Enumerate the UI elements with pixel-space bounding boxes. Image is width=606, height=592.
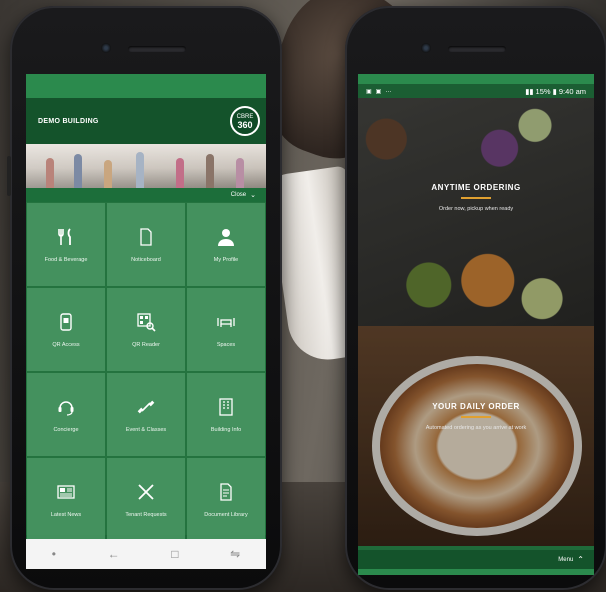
- menu-label: Menu: [558, 556, 574, 563]
- meeting-table-icon: [217, 317, 235, 327]
- banner-figure: [46, 158, 54, 188]
- headset-icon: [58, 400, 74, 416]
- daily-order-panel[interactable]: YOUR DAILY ORDER Automated ordering as y…: [358, 326, 594, 546]
- banner-figure: [74, 154, 82, 188]
- tile-label: Noticeboard: [131, 256, 161, 263]
- tile-noticeboard[interactable]: Noticeboard: [107, 203, 185, 286]
- cbre-360-logo: CBRE 360: [230, 106, 260, 136]
- tile-label: QR Access: [52, 341, 80, 348]
- dot-icon[interactable]: •: [52, 547, 56, 561]
- tile-food-beverage[interactable]: Food & Beverage: [27, 203, 105, 286]
- chevron-down-icon: ⌄: [250, 192, 256, 199]
- banner-figure: [176, 158, 184, 188]
- tile-concierge[interactable]: Concierge: [27, 373, 105, 456]
- yoga-banner-image: [26, 144, 266, 188]
- person-icon: [218, 228, 234, 246]
- tile-label: QR Reader: [132, 341, 160, 348]
- file-icon: [220, 482, 232, 501]
- tile-label: Food & Beverage: [44, 256, 88, 263]
- battery-icon: ▮: [552, 86, 557, 96]
- left-phone: DEMO BUILDING CBRE 360 Close ⌄ Food & Be…: [7, 6, 282, 590]
- front-camera: [101, 43, 111, 53]
- front-camera: [421, 43, 431, 53]
- bottom-tab-strip: [358, 569, 594, 575]
- left-screen: DEMO BUILDING CBRE 360 Close ⌄ Food & Be…: [26, 74, 266, 569]
- banner-figure: [236, 158, 244, 188]
- banner-figure: [104, 160, 112, 188]
- earpiece: [128, 46, 186, 52]
- qr-phone-icon: [60, 312, 72, 331]
- banner-figure: [136, 152, 144, 188]
- panel-overlay: ANYTIME ORDERING Order now, pickup when …: [358, 98, 594, 326]
- notification-icons: ▣ ▣ …: [366, 88, 391, 95]
- panel-subtitle: Order now, pickup when ready: [438, 205, 514, 212]
- home-square-icon[interactable]: □: [171, 547, 178, 561]
- dumbbell-icon: [137, 400, 155, 413]
- tile-label: Latest News: [50, 511, 82, 518]
- panel-overlay: YOUR DAILY ORDER Automated ordering as y…: [358, 326, 594, 546]
- panel-title: ANYTIME ORDERING: [431, 182, 521, 192]
- accent-divider: [461, 196, 491, 199]
- tile-label: Tenant Requests: [125, 511, 167, 518]
- newspaper-icon: [57, 484, 75, 499]
- volume-button: [7, 156, 11, 196]
- android-nav-bar: • ← □ ⇋: [26, 539, 266, 569]
- tile-qr-access[interactable]: QR Access: [27, 288, 105, 371]
- close-toggle[interactable]: Close ⌄: [26, 188, 266, 202]
- tile-qr-reader[interactable]: QR Reader: [107, 288, 185, 371]
- right-screen: ▣ ▣ … ▮▮ 15% ▮ 9:40 am ANYTIME ORDERING …: [358, 74, 594, 569]
- chevron-up-icon: ⌃: [577, 555, 584, 564]
- menu-toggle[interactable]: Menu ⌃: [358, 550, 594, 569]
- accent-divider: [461, 415, 491, 418]
- building-header: DEMO BUILDING CBRE 360: [26, 98, 266, 144]
- tile-label: Event & Classes: [125, 426, 167, 433]
- app-top-strip: [358, 74, 594, 84]
- right-phone: ▣ ▣ … ▮▮ 15% ▮ 9:40 am ANYTIME ORDERING …: [345, 6, 606, 590]
- fork-knife-icon: [58, 227, 71, 245]
- more-icon: …: [385, 87, 392, 94]
- tile-my-profile[interactable]: My Profile: [187, 203, 265, 286]
- panel-subtitle: Automated ordering as you arrive at work: [425, 424, 527, 431]
- panel-title: YOUR DAILY ORDER: [432, 401, 520, 411]
- tile-label: Building Info: [210, 426, 242, 433]
- image-icon: ▣: [366, 88, 372, 95]
- tile-label: Spaces: [216, 341, 236, 348]
- recents-icon[interactable]: ⇋: [230, 547, 240, 561]
- banner-figure: [206, 154, 214, 188]
- tile-event-classes[interactable]: Event & Classes: [107, 373, 185, 456]
- status-bar: ▣ ▣ … ▮▮ 15% ▮ 9:40 am: [358, 84, 594, 98]
- tile-document-library[interactable]: Document Library: [187, 458, 265, 541]
- tile-label: My Profile: [213, 256, 239, 263]
- tile-latest-news[interactable]: Latest News: [27, 458, 105, 541]
- earpiece: [448, 46, 506, 52]
- feature-grid: Food & Beverage Noticeboard My Profile Q…: [26, 202, 266, 541]
- tile-spaces[interactable]: Spaces: [187, 288, 265, 371]
- anytime-ordering-panel[interactable]: ANYTIME ORDERING Order now, pickup when …: [358, 98, 594, 326]
- signal-icon: ▮▮: [525, 86, 534, 96]
- building-icon: [219, 397, 233, 416]
- qr-scan-icon: [137, 312, 156, 332]
- close-label: Close: [230, 192, 247, 198]
- tile-label: Document Library: [204, 511, 248, 518]
- document-icon: [140, 227, 152, 246]
- tools-icon: [138, 483, 154, 500]
- back-arrow-icon[interactable]: ←: [108, 547, 120, 561]
- app-top-strip: [26, 74, 266, 98]
- image-icon: ▣: [375, 88, 382, 95]
- logo-number: 360: [237, 120, 253, 130]
- tile-label: Concierge: [53, 426, 79, 433]
- clock-time: 9:40 am: [558, 86, 586, 96]
- status-right: ▮▮ 15% ▮ 9:40 am: [525, 87, 586, 96]
- tile-building-info[interactable]: Building Info: [187, 373, 265, 456]
- battery-level: 15%: [535, 86, 551, 96]
- building-name: DEMO BUILDING: [38, 117, 99, 125]
- tile-tenant-requests[interactable]: Tenant Requests: [107, 458, 185, 541]
